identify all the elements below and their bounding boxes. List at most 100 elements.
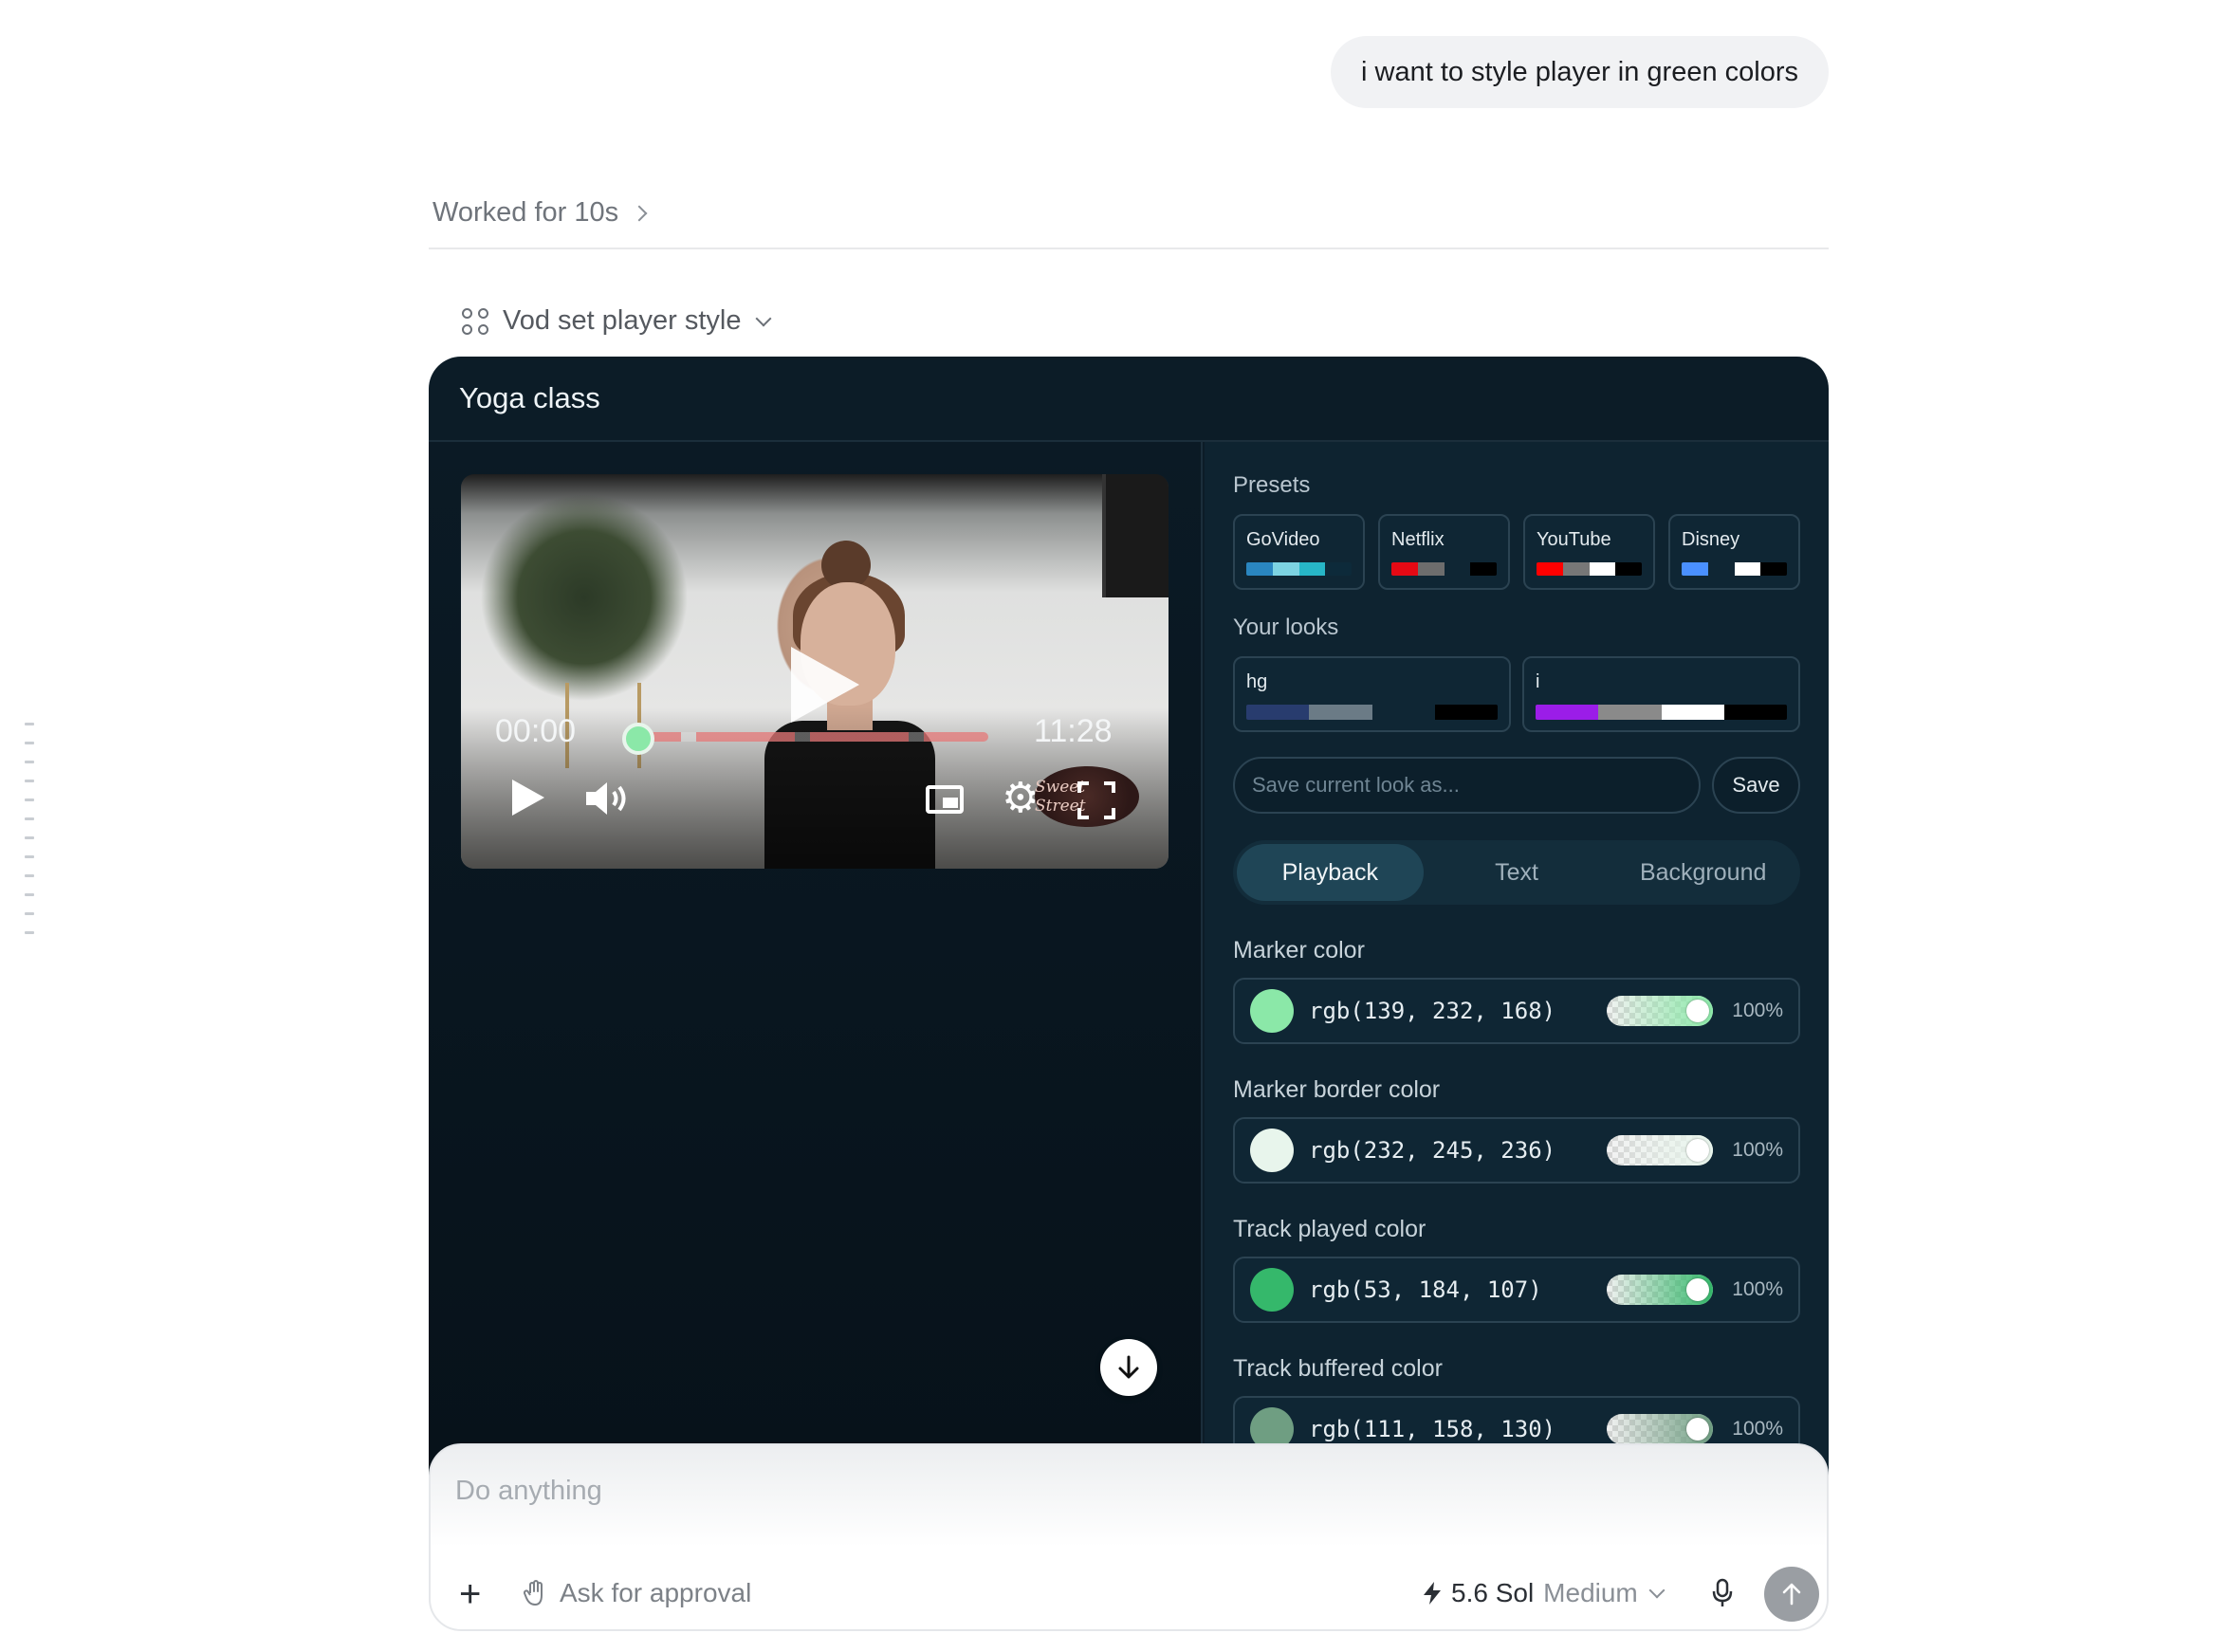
preset-govideo[interactable]: GoVideo <box>1233 514 1365 590</box>
tool-call-toggle[interactable]: Vod set player style <box>461 305 772 337</box>
color-swatch[interactable] <box>1250 1268 1294 1312</box>
hand-icon <box>524 1580 543 1606</box>
color-value[interactable]: rgb(53, 184, 107) <box>1309 1276 1592 1303</box>
chevron-right-icon <box>631 205 648 221</box>
alpha-slider-knob[interactable] <box>1686 1278 1709 1301</box>
color-value[interactable]: rgb(232, 245, 236) <box>1309 1137 1592 1164</box>
send-button[interactable] <box>1764 1567 1819 1622</box>
model-effort: Medium <box>1543 1578 1638 1607</box>
chevron-down-icon <box>1648 1582 1666 1599</box>
color-setting-label: Track played color <box>1233 1216 1426 1242</box>
alpha-slider-knob[interactable] <box>1686 1000 1709 1022</box>
card-header: Yoga class <box>429 357 1829 442</box>
chevron-down-icon <box>755 310 772 326</box>
preset-color-bar <box>1391 562 1497 576</box>
preset-color-bar <box>1246 562 1352 576</box>
worked-label: Worked for 10s <box>433 197 619 228</box>
volume-icon[interactable] <box>584 780 632 817</box>
arrow-up-icon <box>1782 1583 1801 1606</box>
user-message-bubble: i want to style player in green colors <box>1331 36 1829 108</box>
model-selector[interactable]: 5.6 Sol Medium <box>1423 1578 1666 1608</box>
gear-icon[interactable]: ⚙ <box>1002 778 1039 819</box>
save-look-input[interactable] <box>1233 757 1701 814</box>
current-time: 00:00 <box>495 713 577 749</box>
style-tabs: Playback Text Background <box>1233 840 1800 905</box>
color-swatch[interactable] <box>1250 989 1294 1033</box>
worked-disclosure[interactable]: Worked for 10s <box>433 197 648 229</box>
color-setting-label: Track buffered color <box>1233 1355 1443 1382</box>
look-color-bar <box>1536 705 1787 720</box>
approval-mode-label: Ask for approval <box>560 1578 752 1607</box>
fullscreen-icon[interactable] <box>1077 781 1115 819</box>
composer-input[interactable]: Do anything <box>455 1476 602 1507</box>
approval-mode-button[interactable]: Ask for approval <box>524 1578 751 1608</box>
progress-marker[interactable] <box>622 723 654 755</box>
alpha-slider[interactable] <box>1607 1275 1713 1305</box>
player-style-card: Yoga class 00:00 11:28 ⚙ Sweet Street Pr… <box>429 357 1829 1476</box>
look-hg[interactable]: hg <box>1233 656 1511 732</box>
play-icon[interactable] <box>512 780 544 816</box>
looks-list: hg i <box>1233 656 1800 732</box>
preset-name: YouTube <box>1537 529 1611 550</box>
look-i[interactable]: i <box>1522 656 1800 732</box>
alpha-slider[interactable] <box>1607 996 1713 1026</box>
presets-heading: Presets <box>1233 472 1311 498</box>
looks-heading: Your looks <box>1233 615 1339 640</box>
preset-name: GoVideo <box>1246 529 1320 550</box>
progress-track[interactable] <box>635 732 988 742</box>
color-setting-label: Marker border color <box>1233 1076 1441 1103</box>
color-value[interactable]: rgb(111, 158, 130) <box>1309 1416 1592 1442</box>
look-color-bar <box>1246 705 1498 720</box>
style-settings-pane: Presets GoVideo Netflix YouTube Disney Your… <box>1205 442 1829 1476</box>
preset-name: Netflix <box>1391 529 1445 550</box>
video-title: Yoga class <box>459 381 600 414</box>
alpha-percent: 100% <box>1732 1139 1783 1161</box>
microphone-icon[interactable] <box>1711 1578 1734 1608</box>
alpha-percent: 100% <box>1732 1000 1783 1021</box>
save-look-button[interactable]: Save <box>1711 757 1800 814</box>
color-swatch[interactable] <box>1250 1129 1294 1172</box>
alpha-percent: 100% <box>1732 1278 1783 1300</box>
tab-background[interactable]: Background <box>1610 844 1796 901</box>
preset-disney[interactable]: Disney <box>1668 514 1800 590</box>
preset-name: Disney <box>1682 529 1740 550</box>
wall-frame-image <box>1102 474 1169 597</box>
preset-netflix[interactable]: Netflix <box>1378 514 1510 590</box>
picture-in-picture-icon[interactable] <box>926 785 964 814</box>
duration: 11:28 <box>1034 713 1113 749</box>
scroll-down-button[interactable] <box>1100 1339 1157 1396</box>
alpha-slider-knob[interactable] <box>1686 1139 1709 1162</box>
tab-playback[interactable]: Playback <box>1237 844 1424 901</box>
video-player[interactable]: 00:00 11:28 ⚙ Sweet Street <box>461 474 1169 869</box>
preset-color-bar <box>1682 562 1787 576</box>
color-setting-label: Marker color <box>1233 937 1365 964</box>
color-value[interactable]: rgb(139, 232, 168) <box>1309 998 1592 1024</box>
presets-list: GoVideo Netflix YouTube Disney <box>1233 514 1800 590</box>
command-icon <box>461 307 489 336</box>
color-setting-row: rgb(139, 232, 168) 100% <box>1233 978 1800 1044</box>
left-rail-ticks <box>25 723 36 950</box>
alpha-slider-knob[interactable] <box>1686 1418 1709 1441</box>
divider <box>429 248 1829 249</box>
tool-call-label: Vod set player style <box>503 305 742 336</box>
add-attachment-icon[interactable]: + <box>459 1575 481 1613</box>
preset-youtube[interactable]: YouTube <box>1523 514 1655 590</box>
user-message-text: i want to style player in green colors <box>1361 56 1798 87</box>
color-setting-row: rgb(53, 184, 107) 100% <box>1233 1257 1800 1323</box>
tab-text[interactable]: Text <box>1424 844 1610 901</box>
plant-image <box>480 493 689 702</box>
color-setting-row: rgb(232, 245, 236) 100% <box>1233 1117 1800 1184</box>
arrow-down-icon <box>1118 1355 1139 1379</box>
composer: Do anything + Ask for approval 5.6 Sol M… <box>429 1443 1829 1631</box>
look-name: hg <box>1246 671 1268 692</box>
alpha-slider[interactable] <box>1607 1135 1713 1166</box>
preset-color-bar <box>1537 562 1642 576</box>
model-name: 5.6 Sol <box>1451 1578 1535 1607</box>
lightning-icon <box>1424 1582 1441 1605</box>
preview-pane: 00:00 11:28 ⚙ Sweet Street <box>429 442 1203 1476</box>
save-look-row: Save <box>1233 757 1800 814</box>
color-settings-list: Marker color rgb(139, 232, 168) 100% Marker… <box>1233 937 1800 1462</box>
look-name: i <box>1536 671 1540 692</box>
big-play-icon[interactable] <box>791 647 859 723</box>
alpha-slider[interactable] <box>1607 1414 1713 1444</box>
